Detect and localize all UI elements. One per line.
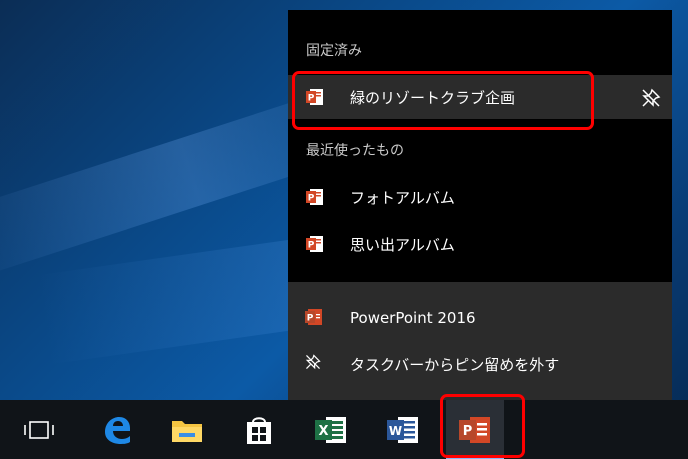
jump-list: 固定済み P 緑のリゾートクラブ企画 最近使ったもの P フォトアルバム P 思… — [288, 10, 672, 400]
recent-item-label: フォトアルバム — [350, 188, 455, 207]
powerpoint-file-icon: P — [306, 236, 323, 252]
task-label: タスクバーからピン留めを外す — [350, 355, 560, 374]
excel-button[interactable]: X — [302, 400, 360, 459]
svg-text:P: P — [307, 314, 314, 324]
unpin-from-taskbar-task[interactable]: タスクバーからピン留めを外す — [288, 342, 672, 386]
excel-icon: X — [315, 416, 346, 443]
taskbar: X W P — [0, 400, 688, 459]
svg-text:X: X — [318, 424, 328, 439]
edge-icon — [105, 416, 130, 444]
store-icon — [247, 416, 271, 444]
recent-item-label: 思い出アルバム — [350, 235, 455, 254]
folder-icon — [172, 420, 202, 442]
powerpoint-file-icon: P — [306, 189, 323, 205]
tasks-area: P PowerPoint 2016 タスクバーからピン留めを外す — [288, 282, 672, 400]
svg-text:P: P — [308, 241, 315, 251]
highlight-annotation — [292, 71, 594, 130]
task-view-button[interactable] — [10, 400, 68, 459]
svg-text:P: P — [308, 194, 315, 204]
unpin-icon[interactable] — [640, 87, 662, 109]
open-powerpoint-task[interactable]: P PowerPoint 2016 — [288, 296, 672, 340]
recent-item[interactable]: P フォトアルバム — [288, 175, 672, 219]
word-icon: W — [387, 416, 418, 443]
task-view-icon — [24, 420, 54, 439]
file-explorer-button[interactable] — [158, 400, 216, 459]
powerpoint-app-icon: P — [305, 309, 322, 325]
highlight-annotation — [440, 394, 525, 458]
word-button[interactable]: W — [374, 400, 432, 459]
unpin-icon — [305, 354, 321, 370]
svg-text:W: W — [389, 424, 402, 438]
task-label: PowerPoint 2016 — [350, 309, 476, 327]
recent-header: 最近使ったもの — [306, 143, 404, 159]
edge-button[interactable] — [88, 400, 146, 459]
recent-item[interactable]: P 思い出アルバム — [288, 222, 672, 266]
pinned-header: 固定済み — [306, 43, 362, 59]
store-button[interactable] — [230, 400, 288, 459]
